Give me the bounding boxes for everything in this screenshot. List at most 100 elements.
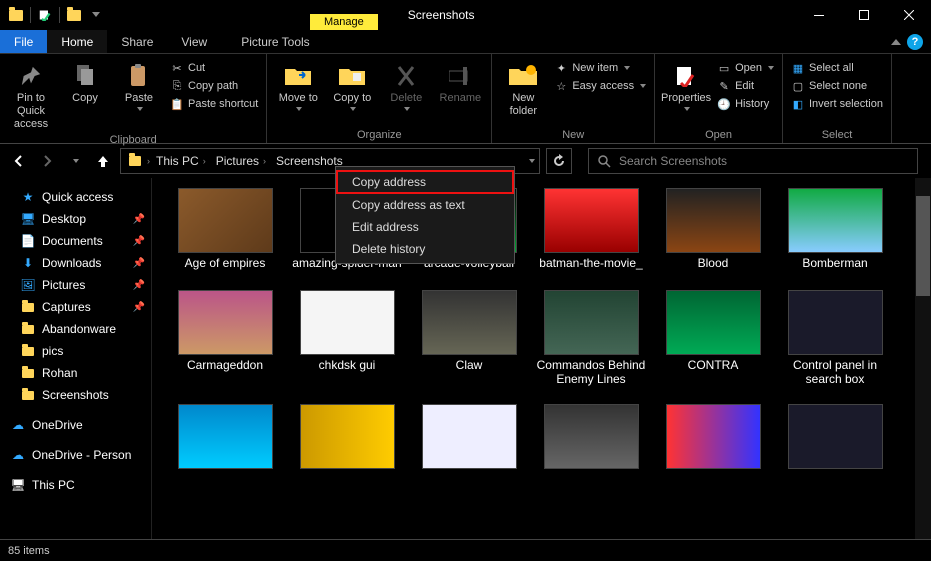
select-all-button[interactable]: ▦Select all <box>789 60 885 76</box>
copy-to-button[interactable]: Copy to <box>327 60 377 111</box>
app-folder-icon[interactable] <box>6 5 26 25</box>
refresh-button[interactable] <box>546 148 572 174</box>
file-item[interactable]: Blood <box>654 188 772 286</box>
rename-button[interactable]: Rename <box>435 60 485 105</box>
sidebar-rohan[interactable]: Rohan <box>0 362 151 384</box>
tab-home[interactable]: Home <box>47 30 107 53</box>
sidebar-quick-access[interactable]: ★Quick access <box>0 186 151 208</box>
invert-selection-button[interactable]: ◧Invert selection <box>789 96 885 112</box>
file-item[interactable] <box>410 404 528 486</box>
sidebar-documents[interactable]: 📄Documents📌 <box>0 230 151 252</box>
onedrive-icon: ☁ <box>10 447 26 463</box>
ribbon: Pin to Quick access Copy Paste ✂Cut ⎘Cop… <box>0 54 931 144</box>
copy-path-button[interactable]: ⎘Copy path <box>168 78 260 94</box>
copy-to-icon <box>338 62 366 90</box>
vertical-scrollbar[interactable] <box>915 178 931 539</box>
up-button[interactable] <box>92 150 114 172</box>
cut-button[interactable]: ✂Cut <box>168 60 260 76</box>
ribbon-group-open: Properties ▭Open ✎Edit 🕘History Open <box>655 54 783 143</box>
sidebar-onedrive[interactable]: ☁OneDrive <box>0 414 151 436</box>
pin-icon: 📌 <box>133 236 145 247</box>
sidebar-pics[interactable]: pics <box>0 340 151 362</box>
select-all-icon: ▦ <box>791 61 805 75</box>
copy-path-icon: ⎘ <box>170 79 184 93</box>
file-item[interactable] <box>166 404 284 486</box>
qat-properties-icon[interactable] <box>35 5 55 25</box>
forward-button[interactable] <box>36 150 58 172</box>
scroll-thumb[interactable] <box>916 196 930 296</box>
folder-icon <box>20 387 36 403</box>
sidebar-downloads[interactable]: ⬇Downloads📌 <box>0 252 151 274</box>
file-label: CONTRA <box>688 358 739 400</box>
collapse-ribbon-icon[interactable] <box>891 39 901 45</box>
address-dropdown-icon[interactable] <box>529 159 535 163</box>
file-item[interactable] <box>532 404 650 486</box>
file-item[interactable]: chkdsk gui <box>288 290 406 400</box>
new-folder-button[interactable]: New folder <box>498 60 548 118</box>
delete-button[interactable]: Delete <box>381 60 431 111</box>
open-button[interactable]: ▭Open <box>715 60 776 76</box>
thumbnail <box>300 404 395 469</box>
sidebar-pictures[interactable]: 🖼Pictures📌 <box>0 274 151 296</box>
file-item[interactable]: Control panel in search box <box>776 290 894 400</box>
new-item-button[interactable]: ✦New item <box>552 60 648 76</box>
sidebar-desktop[interactable]: 🖥Desktop📌 <box>0 208 151 230</box>
copy-button[interactable]: Copy <box>60 60 110 105</box>
ribbon-group-select: ▦Select all ▢Select none ◧Invert selecti… <box>783 54 892 143</box>
file-item[interactable] <box>654 404 772 486</box>
file-item[interactable] <box>288 404 406 486</box>
file-item[interactable]: Claw <box>410 290 528 400</box>
file-item[interactable]: Bomberman <box>776 188 894 286</box>
breadcrumb-this-pc[interactable]: This PC› <box>152 154 210 168</box>
rename-icon <box>446 62 474 90</box>
search-box[interactable]: Search Screenshots <box>588 148 918 174</box>
file-menu[interactable]: File <box>0 30 47 53</box>
pin-to-quick-access-button[interactable]: Pin to Quick access <box>6 60 56 132</box>
easy-access-button[interactable]: ☆Easy access <box>552 78 648 94</box>
tab-share[interactable]: Share <box>107 30 167 53</box>
history-button[interactable]: 🕘History <box>715 96 776 112</box>
sidebar-captures[interactable]: Captures📌 <box>0 296 151 318</box>
select-none-button[interactable]: ▢Select none <box>789 78 885 94</box>
tab-view[interactable]: View <box>167 30 221 53</box>
thumbnail <box>300 290 395 355</box>
file-item[interactable]: Commandos Behind Enemy Lines <box>532 290 650 400</box>
properties-button[interactable]: Properties <box>661 60 711 111</box>
file-list[interactable]: Age of empiresamazing-spider-manarcade-v… <box>152 178 931 539</box>
pin-icon: 📌 <box>133 258 145 269</box>
pictures-icon: 🖼 <box>20 277 36 293</box>
qat-dropdown-icon[interactable] <box>92 12 100 18</box>
window-title: Screenshots <box>408 8 475 22</box>
context-copy-address-text[interactable]: Copy address as text <box>336 194 514 216</box>
paste-button[interactable]: Paste <box>114 60 164 111</box>
sidebar-this-pc[interactable]: 🖥This PC <box>0 474 151 496</box>
context-delete-history[interactable]: Delete history <box>336 238 514 260</box>
context-edit-address[interactable]: Edit address <box>336 216 514 238</box>
recent-locations-button[interactable] <box>64 150 86 172</box>
history-icon: 🕘 <box>717 97 731 111</box>
ribbon-label-select: Select <box>789 127 885 143</box>
file-item[interactable]: Age of empires <box>166 188 284 286</box>
file-item[interactable]: Carmageddon <box>166 290 284 400</box>
file-item[interactable] <box>776 404 894 486</box>
context-tab-manage[interactable]: Manage <box>310 14 378 30</box>
maximize-button[interactable] <box>841 0 886 30</box>
breadcrumb-pictures[interactable]: Pictures› <box>212 154 270 168</box>
close-button[interactable] <box>886 0 931 30</box>
sidebar-screenshots[interactable]: Screenshots <box>0 384 151 406</box>
paste-shortcut-button[interactable]: 📋Paste shortcut <box>168 96 260 112</box>
move-to-button[interactable]: Move to <box>273 60 323 111</box>
thumbnail <box>788 188 883 253</box>
qat-new-folder-icon[interactable] <box>64 5 84 25</box>
help-icon[interactable]: ? <box>907 34 923 50</box>
file-item[interactable]: batman-the-movie_ <box>532 188 650 286</box>
context-copy-address[interactable]: Copy address <box>336 170 514 194</box>
sidebar-onedrive-personal[interactable]: ☁OneDrive - Person <box>0 444 151 466</box>
tab-picture-tools[interactable]: Picture Tools <box>227 30 323 53</box>
folder-icon <box>20 299 36 315</box>
edit-button[interactable]: ✎Edit <box>715 78 776 94</box>
back-button[interactable] <box>8 150 30 172</box>
minimize-button[interactable] <box>796 0 841 30</box>
sidebar-abandonware[interactable]: Abandonware <box>0 318 151 340</box>
file-item[interactable]: CONTRA <box>654 290 772 400</box>
